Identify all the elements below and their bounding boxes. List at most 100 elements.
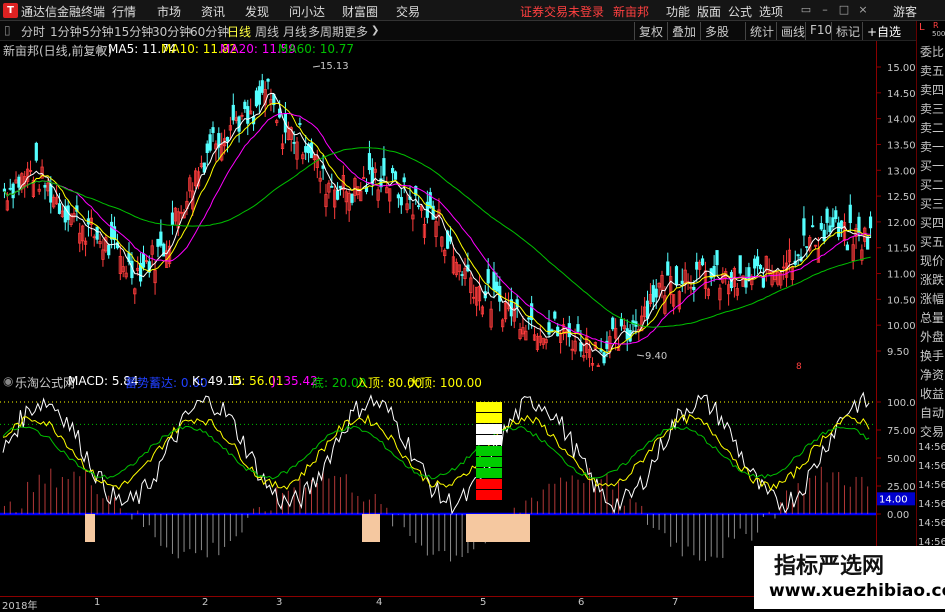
menu-trade[interactable]: 交易: [396, 3, 420, 20]
candle-body: [715, 250, 719, 266]
menu-layout[interactable]: 版面: [697, 3, 721, 20]
menu-wealth[interactable]: 财富圈: [342, 3, 378, 20]
candle-body: [254, 90, 259, 107]
menu-ask[interactable]: 问小达: [289, 3, 325, 20]
side-item[interactable]: 现价: [920, 252, 944, 269]
side-item[interactable]: 总量: [920, 309, 944, 326]
side-item[interactable]: 净资: [920, 366, 944, 383]
side-item[interactable]: 14:56: [918, 461, 945, 472]
side-item[interactable]: 涨跌: [920, 271, 944, 288]
side-item[interactable]: 买三: [920, 195, 944, 212]
side-item[interactable]: 卖三: [920, 100, 944, 117]
menu-functions[interactable]: 功能: [666, 3, 690, 20]
tab-monthly[interactable]: 月线: [283, 23, 307, 40]
side-item[interactable]: 买五: [920, 233, 944, 250]
side-item[interactable]: 买二: [920, 176, 944, 193]
candle-body: [834, 210, 838, 220]
side-item[interactable]: 14:56: [918, 499, 945, 510]
btn-add-watchlist[interactable]: +自选: [862, 22, 905, 40]
side-tab-l[interactable]: L: [919, 22, 925, 33]
candle-body: [805, 246, 809, 248]
menu-bar: T 通达信金融终端 行情 市场 资讯 发现 问小达 财富圈 交易 证券交易未登录…: [0, 0, 945, 21]
ma60-value: MA60: 10.77: [278, 42, 355, 56]
candle-body: [645, 300, 650, 319]
tab-daily[interactable]: 日线: [227, 23, 251, 40]
price-tick-label: 14.50: [887, 89, 916, 100]
side-item[interactable]: 涨幅: [920, 290, 944, 307]
btn-multi-stock[interactable]: 多股: [700, 22, 733, 40]
side-item[interactable]: 买四: [920, 214, 944, 231]
side-item[interactable]: 换手: [920, 347, 944, 364]
side-item[interactable]: 外盘: [920, 328, 944, 345]
side-item[interactable]: 自动: [920, 404, 944, 421]
menu-formula[interactable]: 公式: [728, 3, 752, 20]
indicator-tick-label: 75.00: [887, 426, 916, 437]
candle-body: [141, 253, 146, 268]
window-close-icon[interactable]: ×: [855, 2, 871, 18]
indicator-tick-label: 0.00: [887, 510, 909, 521]
side-item[interactable]: 卖一: [920, 138, 944, 155]
btn-mark[interactable]: 标记: [831, 22, 864, 40]
toolbar-grid-icon[interactable]: ▯: [4, 23, 11, 37]
candle-body: [208, 134, 212, 151]
date-label-year: 2018年: [2, 601, 38, 612]
quote-side-panel: L R 500 委比卖五卖四卖三卖二卖一买一买二买三买四买五现价涨跌涨幅总量外盘…: [916, 21, 945, 609]
side-item[interactable]: 14:56: [918, 518, 945, 529]
side-item[interactable]: 卖四: [920, 81, 944, 98]
side-item[interactable]: 14:56: [918, 442, 945, 453]
price-tick-label: 15.00: [887, 63, 916, 74]
menu-quotes[interactable]: 行情: [112, 3, 136, 20]
side-item[interactable]: 卖二: [920, 119, 944, 136]
btn-stats[interactable]: 统计: [745, 22, 778, 40]
side-item[interactable]: 卖五: [920, 62, 944, 79]
candle-body: [755, 256, 760, 267]
tab-15min[interactable]: 15分钟: [114, 23, 153, 40]
guest-label[interactable]: 游客: [893, 3, 917, 20]
app-logo-icon: T: [3, 3, 18, 18]
candle-body: [460, 274, 464, 276]
tab-30min[interactable]: 30分钟: [152, 23, 191, 40]
tab-60min[interactable]: 60分钟: [190, 23, 229, 40]
btn-overlay[interactable]: 叠加: [667, 22, 700, 40]
signal-stack-block: [476, 402, 502, 412]
candle-body: [744, 279, 748, 288]
candle-body: [700, 258, 705, 266]
btn-adjust[interactable]: 复权: [634, 22, 667, 40]
tab-multi-period[interactable]: 多周期: [308, 23, 344, 40]
side-tab-500[interactable]: 500: [932, 30, 945, 38]
menu-market[interactable]: 市场: [157, 3, 181, 20]
menu-news[interactable]: 资讯: [201, 3, 225, 20]
tab-more[interactable]: 更多: [344, 23, 368, 40]
side-tab-r[interactable]: R: [933, 21, 939, 30]
indicator-chart[interactable]: [0, 389, 876, 596]
tab-1min[interactable]: 1分钟: [50, 23, 82, 40]
candle-body: [486, 269, 490, 284]
tab-intraday[interactable]: 分时: [21, 23, 45, 40]
more-chevron-icon[interactable]: ❯: [371, 25, 379, 36]
login-warning[interactable]: 证券交易未登录: [520, 3, 604, 20]
window-minimize-icon[interactable]: –: [817, 2, 833, 18]
candle-body: [822, 229, 826, 242]
side-item[interactable]: 委比: [920, 43, 944, 60]
menu-options[interactable]: 选项: [759, 3, 783, 20]
date-label-feb: 2: [202, 597, 209, 608]
menu-discover[interactable]: 发现: [245, 3, 269, 20]
candle-body: [8, 187, 12, 190]
window-maximize-icon[interactable]: □: [836, 2, 852, 18]
legend-toggle-icon[interactable]: ◉: [95, 42, 105, 56]
candle-body: [237, 116, 241, 132]
low-price-pointer: [636, 354, 645, 357]
side-item[interactable]: 14:56: [918, 480, 945, 491]
tab-weekly[interactable]: 周线: [255, 23, 279, 40]
side-item[interactable]: 买一: [920, 157, 944, 174]
side-item[interactable]: 收益: [920, 385, 944, 402]
candle-body: [2, 188, 7, 192]
candlestick-chart[interactable]: 15.13 9.40 8: [0, 57, 876, 371]
candle-body: [417, 205, 421, 208]
candle-body: [831, 217, 835, 228]
side-item[interactable]: 交易: [920, 423, 944, 440]
high-price-pointer: [312, 65, 321, 68]
window-min-icon[interactable]: ▭: [798, 2, 814, 18]
indicator-toggle-icon[interactable]: ◉: [3, 374, 13, 388]
tab-5min[interactable]: 5分钟: [82, 23, 114, 40]
